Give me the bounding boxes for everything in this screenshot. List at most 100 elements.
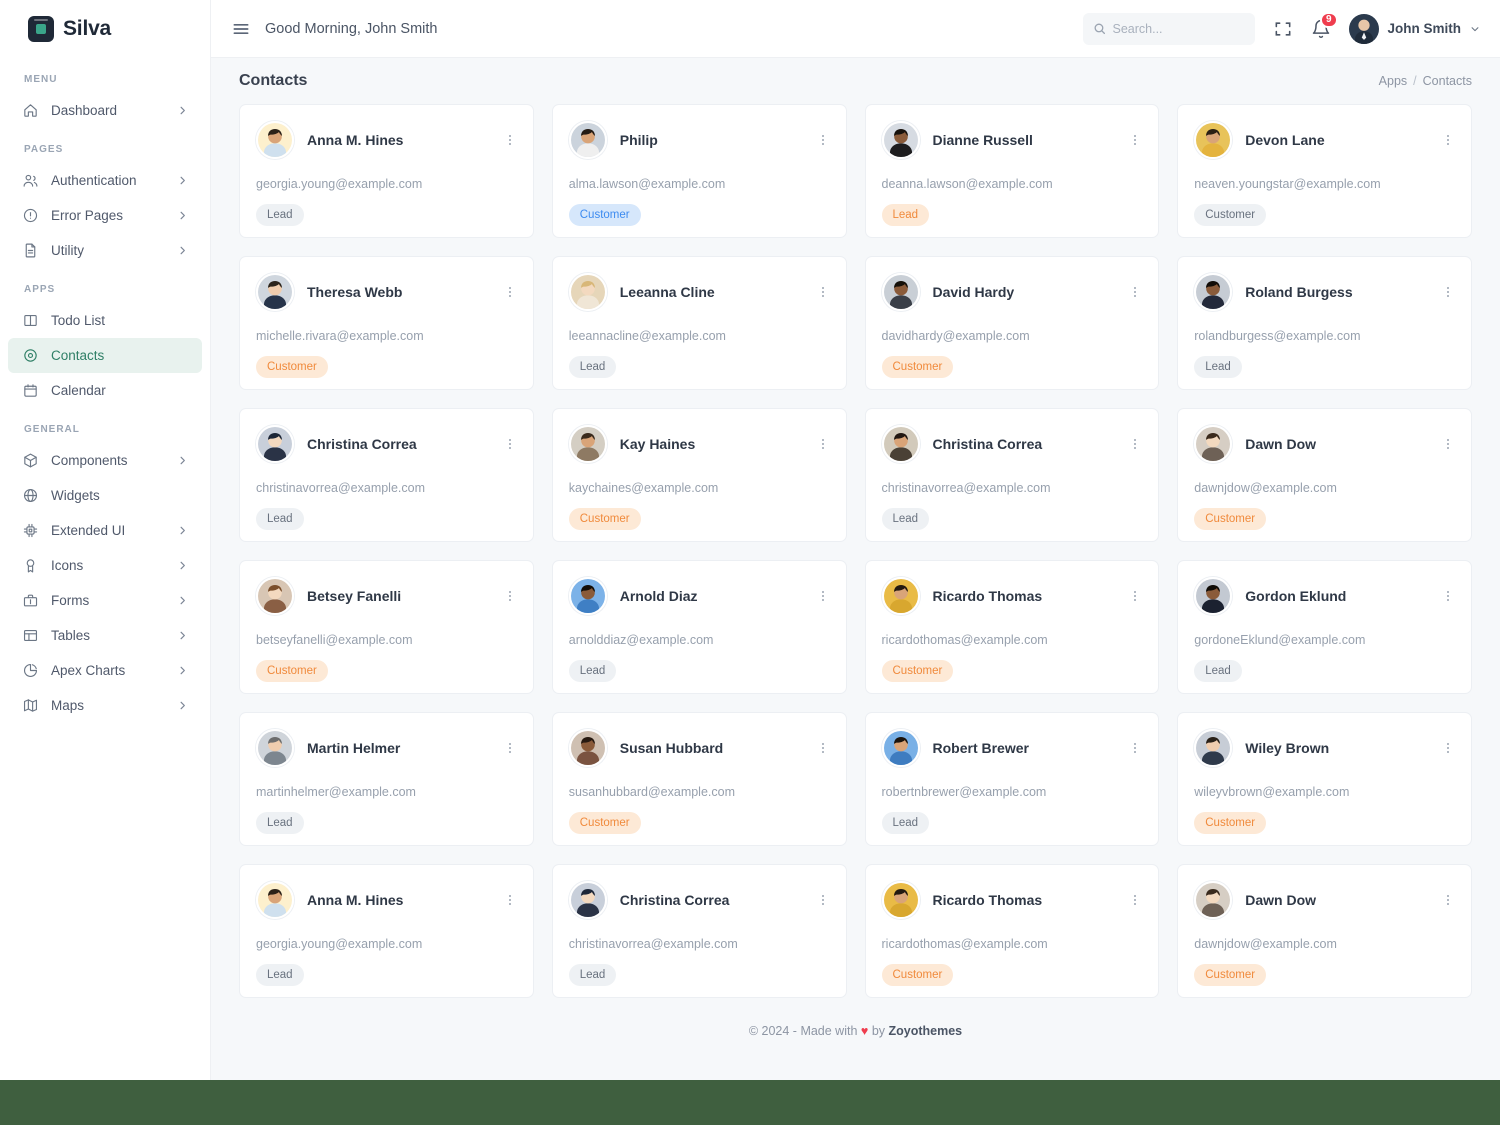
search-box[interactable]: [1082, 12, 1255, 45]
sidebar-item-todo-list[interactable]: Todo List: [8, 303, 202, 338]
more-options-icon[interactable]: [1128, 588, 1142, 604]
more-options-icon[interactable]: [1128, 892, 1142, 908]
more-options-icon[interactable]: [1441, 588, 1455, 604]
contact-email[interactable]: georgia.young@example.com: [256, 177, 517, 191]
contact-email[interactable]: betseyfanelli@example.com: [256, 633, 517, 647]
contact-email[interactable]: alma.lawson@example.com: [569, 177, 830, 191]
contact-card[interactable]: Theresa Webb michelle.rivara@example.com C…: [239, 256, 534, 390]
contact-card[interactable]: Arnold Diaz arnolddiaz@example.com Lead: [551, 560, 847, 694]
more-options-icon[interactable]: [816, 436, 830, 452]
contact-email[interactable]: deanna.lawson@example.com: [882, 177, 1143, 191]
contact-avatar: [568, 881, 607, 919]
contact-email[interactable]: susanhubbard@example.com: [569, 785, 830, 799]
search-input[interactable]: [1112, 21, 1243, 36]
sidebar-item-apex-charts[interactable]: Apex Charts: [8, 653, 202, 688]
sidebar-item-icons[interactable]: Icons: [8, 548, 202, 583]
more-options-icon[interactable]: [1441, 740, 1455, 756]
more-options-icon[interactable]: [1128, 284, 1142, 300]
contact-email[interactable]: davidhardy@example.com: [882, 329, 1143, 343]
contact-email[interactable]: wileyvbrown@example.com: [1194, 785, 1455, 799]
more-options-icon[interactable]: [503, 132, 517, 148]
more-options-icon[interactable]: [1441, 132, 1455, 148]
contact-email[interactable]: dawnjdow@example.com: [1194, 481, 1455, 495]
sidebar-item-authentication[interactable]: Authentication: [8, 163, 202, 198]
contact-card[interactable]: Dawn Dow dawnjdow@example.com Customer: [1177, 408, 1472, 542]
footer-brand-link[interactable]: Zoyothemes: [889, 1024, 963, 1038]
more-options-icon[interactable]: [1128, 740, 1142, 756]
more-options-icon[interactable]: [1128, 436, 1142, 452]
user-menu[interactable]: John Smith: [1348, 13, 1481, 44]
sidebar-item-calendar[interactable]: Calendar: [8, 373, 202, 408]
contact-card[interactable]: Philip alma.lawson@example.com Customer: [551, 104, 847, 238]
sidebar-item-contacts[interactable]: Contacts: [8, 338, 202, 373]
contact-card[interactable]: Christina Correa christinavorrea@example.…: [551, 864, 847, 998]
contact-card[interactable]: Christina Correa christinavorrea@example.…: [239, 408, 534, 542]
contact-email[interactable]: georgia.young@example.com: [256, 937, 517, 951]
contact-email[interactable]: christinavorrea@example.com: [569, 937, 830, 951]
more-options-icon[interactable]: [503, 892, 517, 908]
contact-avatar: [256, 577, 294, 615]
contact-email[interactable]: ricardothomas@example.com: [882, 633, 1143, 647]
contact-card[interactable]: Betsey Fanelli betseyfanelli@example.com C…: [239, 560, 534, 694]
more-options-icon[interactable]: [1441, 284, 1455, 300]
sidebar-item-dashboard[interactable]: Dashboard: [8, 93, 202, 128]
sidebar-item-forms[interactable]: Forms: [8, 583, 202, 618]
contact-name: Betsey Fanelli: [307, 588, 402, 604]
contact-email[interactable]: martinhelmer@example.com: [256, 785, 517, 799]
contact-email[interactable]: gordoneEklund@example.com: [1194, 633, 1455, 647]
more-options-icon[interactable]: [816, 132, 830, 148]
contact-card[interactable]: Anna M. Hines georgia.young@example.com Le…: [239, 104, 534, 238]
contact-card[interactable]: Robert Brewer robertnbrewer@example.com Le…: [864, 712, 1160, 846]
contact-email[interactable]: rolandburgess@example.com: [1194, 329, 1455, 343]
contact-card[interactable]: Dawn Dow dawnjdow@example.com Customer: [1177, 864, 1472, 998]
more-options-icon[interactable]: [503, 588, 517, 604]
sidebar-item-widgets[interactable]: Widgets: [8, 478, 202, 513]
contact-card[interactable]: Kay Haines kaychaines@example.com Customer: [551, 408, 847, 542]
contact-card[interactable]: Roland Burgess rolandburgess@example.com L…: [1177, 256, 1472, 390]
contact-card[interactable]: Anna M. Hines georgia.young@example.com Le…: [239, 864, 534, 998]
sidebar-item-error-pages[interactable]: Error Pages: [8, 198, 202, 233]
more-options-icon[interactable]: [503, 740, 517, 756]
more-options-icon[interactable]: [816, 892, 830, 908]
bell-icon[interactable]: 9: [1311, 11, 1338, 39]
sidebar-item-utility[interactable]: Utility: [8, 233, 202, 268]
breadcrumb-parent[interactable]: Apps: [1379, 74, 1408, 88]
hamburger-icon[interactable]: [231, 19, 251, 39]
more-options-icon[interactable]: [816, 740, 830, 756]
contact-card[interactable]: Christina Correa christinavorrea@example.…: [864, 408, 1160, 542]
contact-card[interactable]: Devon Lane neaven.youngstar@example.com Cu…: [1177, 104, 1472, 238]
contact-email[interactable]: dawnjdow@example.com: [1194, 937, 1455, 951]
more-options-icon[interactable]: [1441, 892, 1455, 908]
contact-email[interactable]: christinavorrea@example.com: [256, 481, 517, 495]
fullscreen-icon[interactable]: [1273, 19, 1293, 39]
sidebar-item-components[interactable]: Components: [8, 443, 202, 478]
contact-card[interactable]: Dianne Russell deanna.lawson@example.com L…: [864, 104, 1160, 238]
more-options-icon[interactable]: [1441, 436, 1455, 452]
contact-email[interactable]: michelle.rivara@example.com: [256, 329, 517, 343]
more-options-icon[interactable]: [503, 284, 517, 300]
contact-email[interactable]: robertnbrewer@example.com: [882, 785, 1143, 799]
contact-email[interactable]: arnolddiaz@example.com: [569, 633, 830, 647]
contact-card[interactable]: Gordon Eklund gordoneEklund@example.com Le…: [1177, 560, 1472, 694]
contact-card[interactable]: David Hardy davidhardy@example.com Custome…: [864, 256, 1160, 390]
contact-card[interactable]: Wiley Brown wileyvbrown@example.com Custom…: [1177, 712, 1472, 846]
contact-card[interactable]: Susan Hubbard susanhubbard@example.com Cus…: [551, 712, 847, 846]
contact-email[interactable]: christinavorrea@example.com: [882, 481, 1143, 495]
contact-email[interactable]: ricardothomas@example.com: [882, 937, 1143, 951]
more-options-icon[interactable]: [816, 588, 830, 604]
more-options-icon[interactable]: [816, 284, 830, 300]
contact-email[interactable]: neaven.youngstar@example.com: [1194, 177, 1455, 191]
contact-card[interactable]: Martin Helmer martinhelmer@example.com Lea…: [239, 712, 534, 846]
contact-email[interactable]: leeannacline@example.com: [569, 329, 830, 343]
sidebar-item-extended-ui[interactable]: Extended UI: [8, 513, 202, 548]
contact-card[interactable]: Leeanna Cline leeannacline@example.com Lea…: [551, 256, 847, 390]
contact-card[interactable]: Ricardo Thomas ricardothomas@example.com C…: [864, 864, 1160, 998]
sidebar-item-tables[interactable]: Tables: [8, 618, 202, 653]
contact-email[interactable]: kaychaines@example.com: [569, 481, 830, 495]
contact-card[interactable]: Ricardo Thomas ricardothomas@example.com C…: [864, 560, 1160, 694]
more-options-icon[interactable]: [1128, 132, 1142, 148]
sidebar-item-maps[interactable]: Maps: [8, 688, 202, 723]
more-options-icon[interactable]: [503, 436, 517, 452]
contact-avatar: [881, 273, 920, 311]
brand[interactable]: Silva: [0, 0, 210, 58]
